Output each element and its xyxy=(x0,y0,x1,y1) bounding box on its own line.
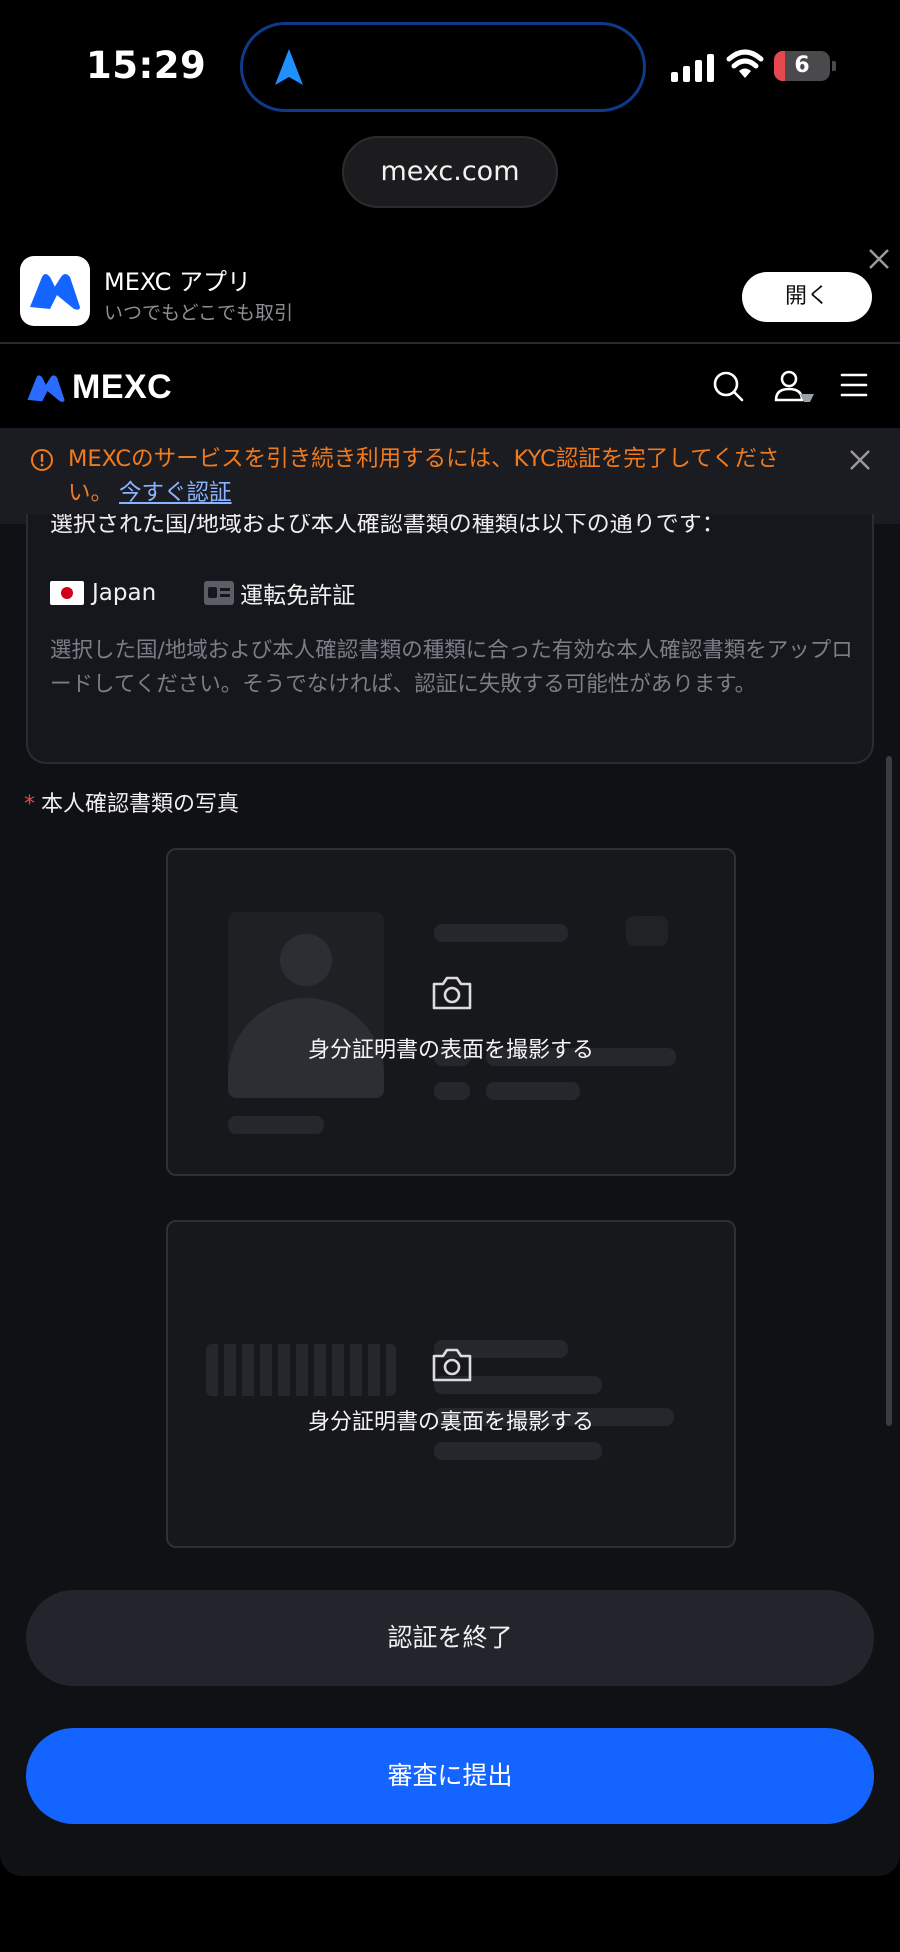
barcode-placeholder xyxy=(206,1344,396,1396)
user-account-icon[interactable] xyxy=(774,370,818,404)
verify-now-link[interactable]: 今すぐ認証 xyxy=(119,480,232,506)
close-banner-icon[interactable] xyxy=(866,246,892,272)
battery-level: 6 xyxy=(794,53,810,78)
app-banner-title: MEXC アプリ xyxy=(104,268,251,296)
required-mark: * xyxy=(24,792,35,817)
site-header: MEXC xyxy=(0,346,900,426)
search-icon[interactable] xyxy=(712,370,744,402)
id-photo-label: * 本人確認書類の写真 xyxy=(24,786,239,818)
url-bar[interactable]: mexc.com xyxy=(342,136,558,208)
id-card-icon xyxy=(204,581,235,605)
menu-icon[interactable] xyxy=(840,370,868,400)
kyc-notice-banner: MEXCのサービスを引き続き利用するには、KYC認証を完了してください。 今すぐ認… xyxy=(0,428,900,524)
mexc-logo[interactable]: MEXC xyxy=(26,368,172,407)
navigation-arrow-icon xyxy=(275,49,303,85)
wifi-icon xyxy=(726,49,764,78)
logo-text: MEXC xyxy=(72,368,173,406)
open-app-button[interactable]: 開く xyxy=(742,272,872,322)
scrollbar[interactable] xyxy=(886,756,892,1426)
mexc-app-icon xyxy=(20,256,90,326)
selection-description: 選択した国/地域および本人確認書類の種類に合った有効な本人確認書類をアップロード… xyxy=(50,638,853,697)
id-photo-label-text: 本人確認書類の写真 xyxy=(41,792,240,817)
cellular-signal-icon xyxy=(671,52,714,82)
selection-row: Japan 運転免許証 xyxy=(50,576,355,610)
back-caption: 身分証明書の裏面を撮影する xyxy=(307,1410,594,1435)
selection-heading: 選択された国/地域および本人確認書類の種類は以下の通りです： xyxy=(50,514,725,537)
app-banner-subtitle: いつでもどこでも取引 xyxy=(104,302,294,324)
camera-icon xyxy=(432,1348,472,1382)
info-icon xyxy=(31,449,53,471)
submit-for-review-button[interactable]: 審査に提出 xyxy=(26,1728,874,1824)
battery-icon: 6 xyxy=(774,51,830,81)
app-install-banner: MEXC アプリ いつでもどこでも取引 開く xyxy=(0,236,900,344)
status-bar: 15:29 6 xyxy=(0,0,900,130)
camera-icon xyxy=(432,976,472,1010)
dynamic-island xyxy=(240,22,646,112)
mexc-logo-icon xyxy=(27,374,65,402)
close-notice-icon[interactable] xyxy=(848,448,872,472)
upload-front-card[interactable]: 身分証明書の表面を撮影する xyxy=(166,848,736,1176)
upload-back-card[interactable]: 身分証明書の裏面を撮影する xyxy=(166,1220,736,1548)
status-time: 15:29 xyxy=(86,44,207,87)
selected-country: Japan xyxy=(92,580,157,606)
end-verification-button[interactable]: 認証を終了 xyxy=(26,1590,874,1686)
selected-document-type: 運転免許証 xyxy=(240,583,356,609)
japan-flag-icon xyxy=(50,581,84,605)
kyc-notice-text: MEXCのサービスを引き続き利用するには、KYC認証を完了してください。 今すぐ認… xyxy=(68,442,808,510)
front-caption: 身分証明書の表面を撮影する xyxy=(307,1038,594,1063)
selection-info-box: 選択された国/地域および本人確認書類の種類は以下の通りです： Japan 運転免… xyxy=(26,514,874,764)
